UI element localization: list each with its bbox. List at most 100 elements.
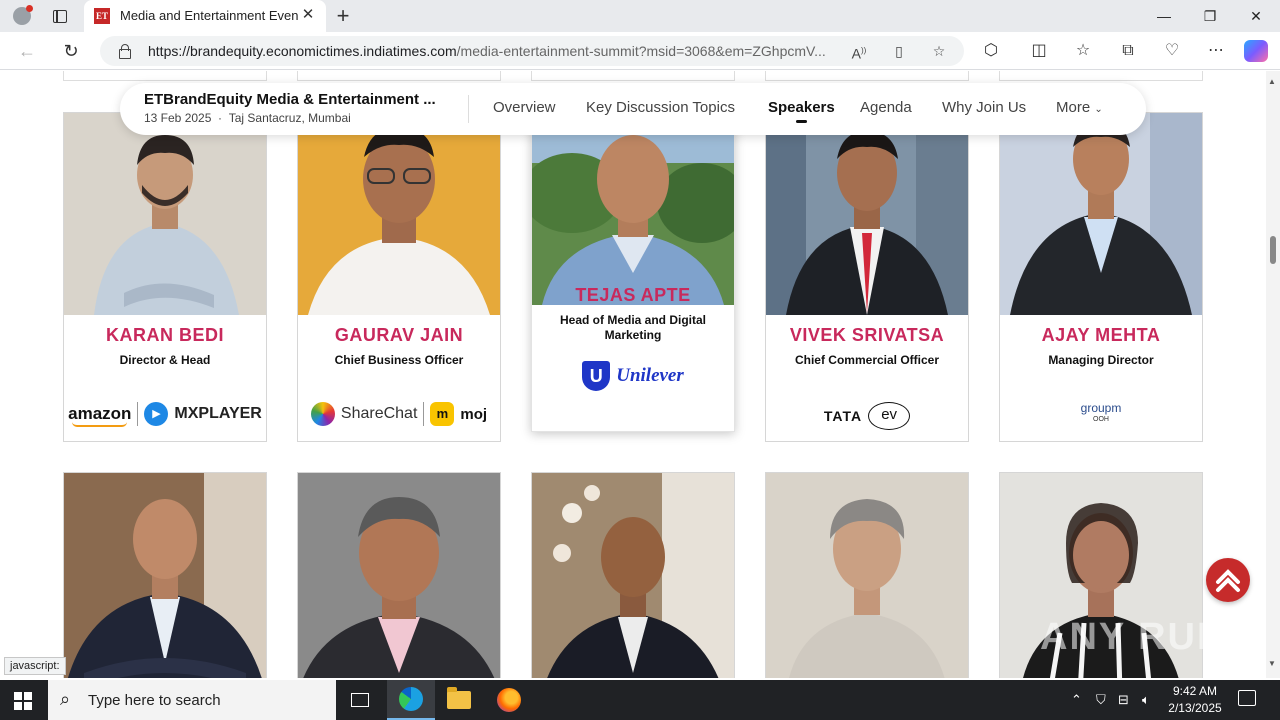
moj-icon: m: [430, 402, 455, 426]
network-icon[interactable]: ⊟: [1118, 692, 1129, 708]
event-meta: 13 Feb 2025 · Taj Santacruz, Mumbai: [144, 111, 351, 125]
minimize-icon[interactable]: —: [1141, 0, 1187, 32]
restore-icon[interactable]: ❐: [1187, 0, 1233, 32]
notification-icon[interactable]: [1238, 690, 1256, 706]
edge-browser-icon[interactable]: [387, 680, 435, 720]
company-logo: ShareChat m moj: [298, 397, 500, 431]
speaker-card[interactable]: AJAY MEHTA Managing Director groupm OOH: [999, 112, 1203, 442]
task-view-icon[interactable]: [336, 680, 384, 720]
company-logo: TATA ev: [766, 399, 968, 433]
speaker-role: Head of Media and Digital Marketing: [559, 313, 706, 342]
speaker-photo: [298, 113, 500, 315]
collections-icon[interactable]: ⧉: [1115, 39, 1141, 63]
close-window-icon[interactable]: ✕: [1233, 0, 1279, 32]
speaker-role: Chief Business Officer: [334, 353, 464, 367]
page-viewport: KARAN BEDI Director & Head amazon ▶ MXPL…: [0, 71, 1266, 678]
nav-overview[interactable]: Overview: [493, 99, 556, 116]
read-aloud-icon[interactable]: A)): [848, 41, 870, 62]
status-tooltip: javascript:: [4, 657, 66, 675]
company-logo: U Unilever: [532, 359, 734, 393]
card-edge: [999, 71, 1203, 81]
chevron-up-icon: [1216, 569, 1240, 592]
scroll-to-top-button[interactable]: [1206, 558, 1250, 602]
watermark: ANY RUN: [1040, 616, 1227, 658]
search-icon: ⌕: [60, 689, 71, 709]
event-nav-bar: ETBrandEquity Media & Entertainment ... …: [120, 83, 1146, 135]
file-explorer-icon[interactable]: [435, 680, 483, 720]
speaker-card[interactable]: [765, 472, 969, 678]
speaker-photo: [766, 113, 968, 315]
favicon-icon: ET: [94, 8, 110, 24]
scrollbar-thumb[interactable]: [1270, 236, 1276, 264]
address-bar[interactable]: https://brandequity.economictimes.indiat…: [100, 36, 964, 66]
url-text: https://brandequity.economictimes.indiat…: [148, 43, 826, 59]
favorites-icon[interactable]: ☆: [1070, 39, 1096, 63]
speaker-photo: [298, 473, 500, 678]
card-edge: [63, 71, 267, 81]
speaker-name: TEJAS APTE: [575, 285, 691, 305]
speaker-photo: [532, 473, 734, 678]
favorite-star-icon[interactable]: ☆: [928, 41, 950, 61]
unilever-icon: U: [582, 361, 611, 391]
more-menu-icon[interactable]: ⋯: [1203, 39, 1229, 63]
volume-icon[interactable]: 🔈︎: [1142, 692, 1150, 708]
speaker-card[interactable]: [63, 472, 267, 678]
speaker-card[interactable]: [531, 472, 735, 678]
chevron-down-icon: ⌄: [1094, 104, 1103, 115]
tray-chevron-icon[interactable]: ⌃: [1071, 692, 1082, 708]
speaker-name: VIVEK SRIVATSA: [789, 325, 945, 345]
copilot-icon[interactable]: [1244, 40, 1268, 62]
event-title: ETBrandEquity Media & Entertainment ...: [144, 91, 436, 108]
lock-icon: [118, 44, 131, 59]
close-tab-icon[interactable]: ✕: [298, 5, 318, 25]
back-icon[interactable]: ←: [14, 39, 40, 63]
firefox-icon[interactable]: [485, 680, 533, 720]
speaker-card[interactable]: [297, 472, 501, 678]
speaker-card[interactable]: KARAN BEDI Director & Head amazon ▶ MXPL…: [63, 112, 267, 442]
sharechat-icon: [310, 402, 335, 426]
speaker-photo: [1000, 113, 1202, 315]
profile-icon[interactable]: [8, 4, 36, 28]
speaker-card[interactable]: VIVEK SRIVATSA Chief Commercial Officer …: [765, 112, 969, 442]
card-edge: [531, 71, 735, 81]
page-scrollbar[interactable]: ▲ ▼: [1266, 71, 1280, 678]
scroll-down-icon: ▼: [1268, 659, 1276, 668]
tab-title: Media and Entertainment Event |: [120, 8, 298, 23]
speaker-name: KARAN BEDI: [105, 325, 224, 345]
nav-key-discussion-topics[interactable]: Key Discussion Topics: [586, 99, 735, 116]
performance-icon[interactable]: ♡: [1159, 39, 1185, 63]
speaker-role: Managing Director: [1048, 353, 1154, 367]
browser-tab-bar: ET Media and Entertainment Event | ✕ + —…: [0, 0, 1280, 32]
company-logo: amazon ▶ MXPLAYER: [64, 397, 266, 431]
immersive-reader-icon[interactable]: ▯: [888, 41, 910, 61]
system-clock[interactable]: 9:42 AM 2/13/2025: [1160, 683, 1230, 717]
nav-more[interactable]: More ⌄: [1056, 99, 1103, 116]
speaker-name: GAURAV JAIN: [334, 325, 464, 345]
speaker-photo: [766, 473, 968, 678]
tab-actions-icon[interactable]: [46, 4, 74, 28]
windows-taskbar: ⌕ Type here to search ⌃ ⛉ ⊟ 🔈︎ 9:42 AM 2…: [0, 680, 1280, 720]
speaker-photo: [64, 113, 266, 315]
play-icon: ▶: [144, 402, 169, 426]
split-screen-icon[interactable]: ◫: [1026, 39, 1052, 63]
nav-speakers[interactable]: Speakers: [768, 99, 835, 123]
card-edge: [765, 71, 969, 81]
speaker-role: Chief Commercial Officer: [794, 353, 940, 367]
card-edge: [297, 71, 501, 81]
browser-toolbar: ← ↻ https://brandequity.economictimes.in…: [0, 32, 1280, 70]
refresh-icon[interactable]: ↻: [58, 39, 84, 63]
nav-agenda[interactable]: Agenda: [860, 99, 912, 116]
new-tab-button[interactable]: +: [330, 3, 356, 29]
speaker-card[interactable]: GAURAV JAIN Chief Business Officer Share…: [297, 112, 501, 442]
browser-tab[interactable]: ET Media and Entertainment Event | ✕: [84, 0, 326, 32]
speaker-photo: [64, 473, 266, 678]
windows-start-icon[interactable]: [14, 692, 32, 710]
speaker-card-hovered[interactable]: TEJAS APTE Head of Media and Digital Mar…: [531, 102, 735, 432]
company-logo: groupm OOH: [1080, 401, 1122, 423]
speaker-role: Director & Head: [119, 353, 211, 367]
nav-why-join-us[interactable]: Why Join Us: [942, 99, 1026, 116]
tray-security-icon[interactable]: ⛉: [1096, 692, 1106, 708]
extensions-icon[interactable]: ⬡: [978, 39, 1004, 63]
speaker-name: AJAY MEHTA: [1041, 325, 1161, 345]
taskbar-search[interactable]: ⌕ Type here to search: [48, 680, 336, 720]
